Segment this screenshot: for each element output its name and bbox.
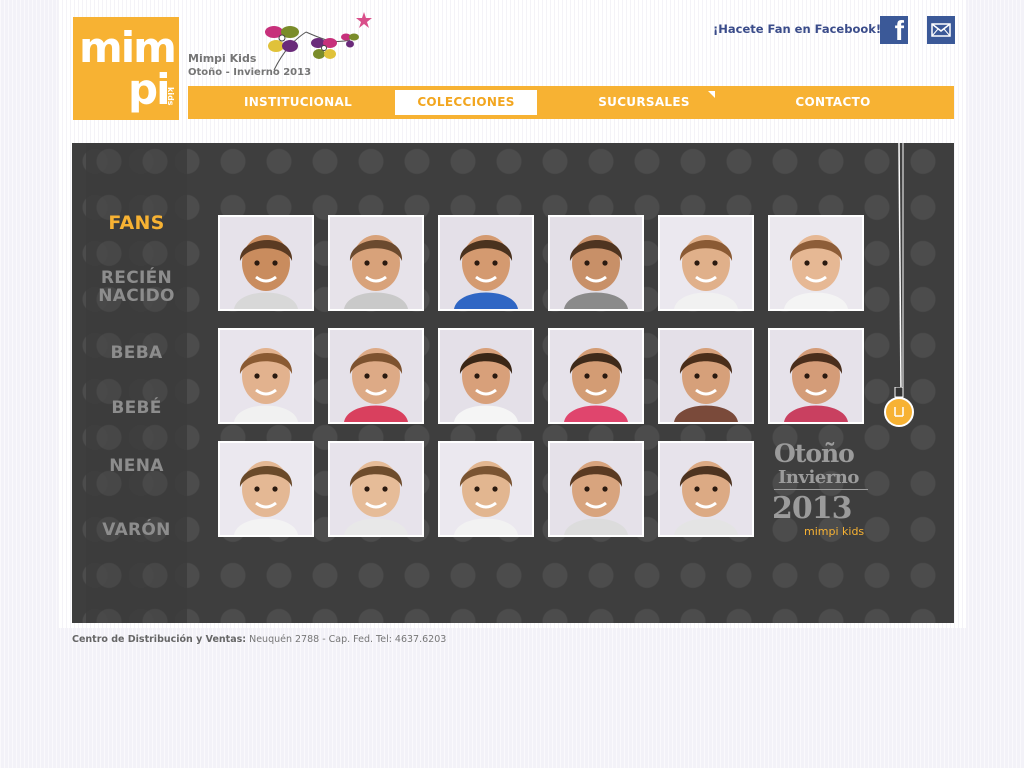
category-fans[interactable]: FANS — [86, 214, 187, 233]
photo-thumbnail[interactable] — [328, 215, 424, 311]
season-line1: Otoño — [774, 439, 855, 468]
season-line2: Invierno — [778, 467, 859, 488]
brand-name: Mimpi Kids — [188, 52, 257, 65]
photo-thumbnail[interactable] — [438, 441, 534, 537]
child-portrait-icon — [770, 217, 862, 309]
child-portrait-icon — [330, 330, 422, 422]
season-line3: 2013 — [772, 491, 852, 526]
nav-item-colecciones[interactable]: COLECCIONES — [395, 90, 537, 115]
photo-thumbnail[interactable] — [658, 441, 754, 537]
mimpi-logo[interactable]: mim pi kids — [73, 17, 179, 120]
photo-thumbnail[interactable] — [548, 328, 644, 424]
child-portrait-icon — [220, 217, 312, 309]
photo-thumbnail[interactable] — [658, 328, 754, 424]
child-portrait-icon — [440, 217, 532, 309]
photo-thumbnail[interactable] — [768, 328, 864, 424]
category-bebe[interactable]: BEBÉ — [86, 399, 187, 418]
child-portrait-icon — [440, 330, 532, 422]
photo-thumbnail[interactable] — [548, 215, 644, 311]
child-portrait-icon — [660, 217, 752, 309]
child-portrait-icon — [220, 443, 312, 535]
photo-thumbnail[interactable] — [218, 215, 314, 311]
photo-thumbnail[interactable] — [548, 441, 644, 537]
footer-address: Neuquén 2788 - Cap. Fed. Tel: 4637.6203 — [249, 634, 447, 645]
nav-item-contacto[interactable]: CONTACTO — [763, 90, 903, 115]
child-portrait-icon — [660, 330, 752, 422]
category-beba[interactable]: BEBA — [86, 344, 187, 363]
category-nena[interactable]: NENA — [86, 457, 187, 476]
footer-label: Centro de Distribución y Ventas: — [72, 634, 247, 645]
photo-thumbnail[interactable] — [328, 441, 424, 537]
child-portrait-icon — [220, 330, 312, 422]
photo-thumbnail[interactable] — [218, 441, 314, 537]
photo-thumbnail[interactable] — [218, 328, 314, 424]
photo-thumbnail[interactable] — [328, 328, 424, 424]
mail-icon[interactable] — [927, 16, 955, 44]
facebook-fan-link[interactable]: ¡Hacete Fan en Facebook! — [713, 22, 881, 36]
main-nav: INSTITUCIONAL COLECCIONES SUCURSALES CON… — [188, 86, 954, 119]
child-portrait-icon — [440, 443, 532, 535]
lightbulb-icon[interactable] — [882, 387, 916, 431]
nav-item-sucursales[interactable]: SUCURSALES — [574, 90, 714, 115]
photo-thumbnail[interactable] — [768, 215, 864, 311]
collection-hero: FANS RECIÉN NACIDO BEBA BEBÉ NENA VARÓN … — [72, 143, 954, 623]
category-varon[interactable]: VARÓN — [86, 521, 187, 540]
child-portrait-icon — [550, 330, 642, 422]
logo-text-bottom: pi — [128, 65, 170, 114]
photo-thumbnail[interactable] — [438, 215, 534, 311]
footer: Centro de Distribución y Ventas: Neuquén… — [72, 634, 446, 645]
nav-corner-tick — [708, 91, 715, 98]
child-portrait-icon — [330, 443, 422, 535]
child-portrait-icon — [550, 443, 642, 535]
child-portrait-icon — [550, 217, 642, 309]
season-brand: mimpi kids — [804, 525, 865, 538]
photo-thumbnail[interactable] — [658, 215, 754, 311]
child-portrait-icon — [660, 443, 752, 535]
flowers-decoration-icon — [265, 12, 372, 71]
category-recien-line2[interactable]: NACIDO — [86, 287, 187, 306]
nav-item-institucional[interactable]: INSTITUCIONAL — [228, 90, 368, 115]
child-portrait-icon — [330, 217, 422, 309]
season-divider — [774, 489, 868, 490]
facebook-icon[interactable]: f — [880, 16, 908, 44]
photo-thumbnail[interactable] — [438, 328, 534, 424]
category-sidebar: FANS RECIÉN NACIDO BEBA BEBÉ NENA VARÓN — [86, 143, 187, 623]
child-portrait-icon — [770, 330, 862, 422]
logo-text-kids: kids — [166, 87, 175, 106]
